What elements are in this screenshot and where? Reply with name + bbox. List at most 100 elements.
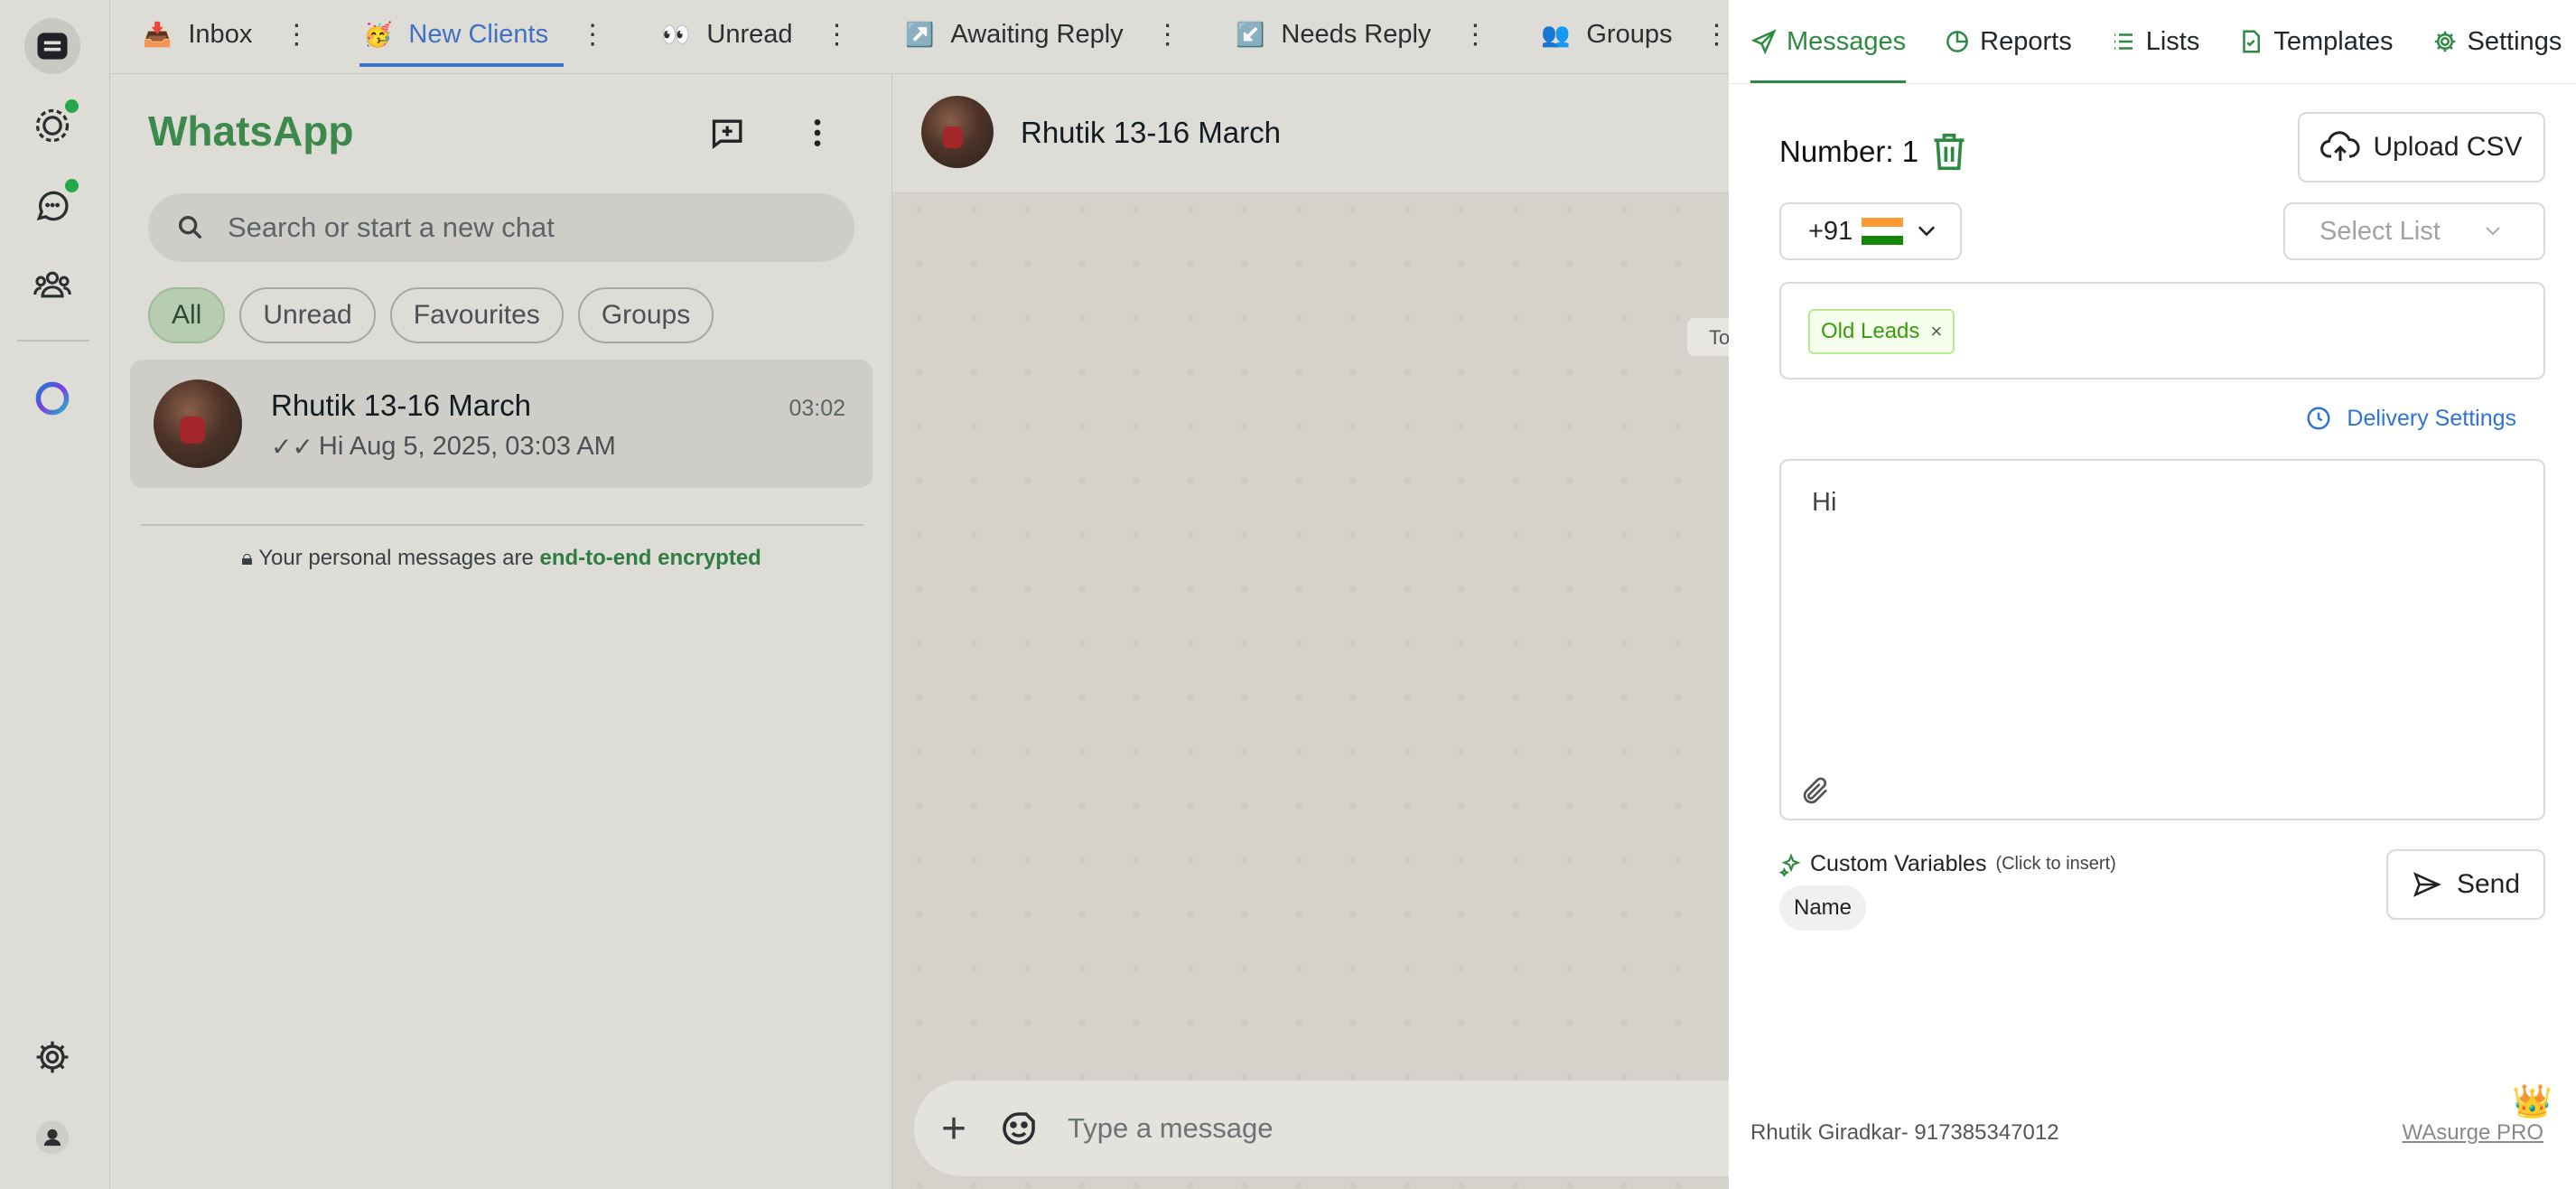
- contact-avatar[interactable]: [921, 96, 994, 168]
- number-count: Number: 1: [1779, 130, 1969, 173]
- tab-label: Needs Reply: [1281, 19, 1432, 49]
- new-chat-icon[interactable]: [706, 110, 751, 155]
- trash-icon[interactable]: [1929, 130, 1969, 173]
- tab-groups[interactable]: 👥 Groups ⋮: [1541, 0, 1730, 69]
- message-input[interactable]: Type a message: [1068, 1112, 1273, 1145]
- select-list-dropdown[interactable]: Select List: [2283, 202, 2545, 260]
- tab-needs-reply[interactable]: ↙️ Needs Reply ⋮: [1236, 0, 1489, 69]
- file-check-icon: [2243, 30, 2261, 53]
- custom-variables-header: Custom Variables (Click to insert): [1779, 851, 2116, 877]
- meta-ai-icon[interactable]: [24, 370, 80, 426]
- sticker-icon[interactable]: [997, 1107, 1041, 1150]
- tab-messages[interactable]: Messages: [1750, 0, 1907, 83]
- tab-menu-icon[interactable]: ⋮: [1154, 19, 1181, 51]
- country-code-select[interactable]: +91: [1779, 202, 1962, 260]
- tab-inbox[interactable]: 📥 Inbox ⋮: [143, 0, 310, 69]
- sparkles-icon: [1779, 852, 1801, 876]
- clock-icon: [2307, 407, 2330, 430]
- wasurge-panel: Messages Reports Lists Templates Setting…: [1729, 0, 2576, 1189]
- tab-menu-icon[interactable]: ⋮: [1461, 19, 1489, 51]
- tab-label: New Clients: [408, 19, 549, 49]
- tab-lists[interactable]: Lists: [2110, 0, 2199, 83]
- tab-label: Awaiting Reply: [950, 19, 1124, 49]
- send-label: Send: [2456, 869, 2521, 899]
- attach-plus-icon[interactable]: +: [941, 1104, 966, 1154]
- chat-time: 03:02: [789, 396, 845, 421]
- channels-icon[interactable]: [24, 177, 80, 233]
- settings-icon[interactable]: [24, 1029, 80, 1085]
- tab-templates[interactable]: Templates: [2237, 0, 2394, 83]
- filter-favourites[interactable]: Favourites: [389, 287, 564, 343]
- tab-settings[interactable]: Settings: [2431, 0, 2562, 83]
- channels-unread-dot: [65, 179, 79, 192]
- menu-kebab-icon[interactable]: [795, 110, 840, 155]
- search-icon: [178, 215, 202, 239]
- people-icon: 👥: [1541, 20, 1571, 48]
- status-unread-dot: [65, 99, 79, 113]
- communities-icon[interactable]: [24, 257, 80, 313]
- conversation-header[interactable]: Rhutik 13-16 March: [892, 74, 1729, 193]
- chat-filters: All Unread Favourites Groups: [148, 287, 714, 343]
- pie-chart-icon: [1946, 31, 1969, 52]
- tab-awaiting-reply[interactable]: ↗️ Awaiting Reply ⋮: [905, 0, 1181, 69]
- chat-list-item[interactable]: Rhutik 13-16 March 03:02 ✓✓ Hi Aug 5, 20…: [130, 360, 873, 488]
- filter-unread[interactable]: Unread: [239, 287, 376, 343]
- tab-label: Messages: [1787, 26, 1907, 56]
- message-composer[interactable]: + Type a message: [914, 1081, 1781, 1176]
- filter-all[interactable]: All: [148, 287, 226, 343]
- arrow-down-left-icon: ↙️: [1236, 20, 1265, 48]
- cloud-upload-icon: [2320, 131, 2360, 161]
- tab-label: Inbox: [188, 19, 253, 49]
- left-rail: [0, 0, 110, 1189]
- custom-variables-label: Custom Variables: [1810, 851, 1987, 876]
- lock-icon: 🔒︎: [241, 546, 253, 570]
- date-chip: To: [1687, 318, 1729, 356]
- india-flag-icon: [1862, 218, 1904, 245]
- list-divider: [141, 524, 863, 526]
- encryption-text: Your personal messages are: [258, 546, 540, 570]
- tab-menu-icon[interactable]: ⋮: [824, 19, 851, 51]
- status-icon[interactable]: [24, 98, 80, 154]
- tab-menu-icon[interactable]: ⋮: [579, 19, 606, 51]
- list-tag: Old Leads ×: [1808, 309, 1955, 354]
- double-check-icon: ✓✓: [271, 433, 313, 461]
- tab-reports[interactable]: Reports: [1944, 0, 2072, 83]
- custom-variables-hint: (Click to insert): [1995, 854, 2116, 874]
- message-text: Hi: [1812, 488, 1837, 517]
- tag-label: Old Leads: [1821, 319, 1920, 343]
- active-tab-indicator: [359, 63, 564, 67]
- variable-chip-name[interactable]: Name: [1779, 885, 1867, 931]
- tab-unread[interactable]: 👀 Unread ⋮: [661, 0, 851, 69]
- avatar: [154, 379, 242, 468]
- tab-new-clients[interactable]: 🥳 New Clients ⋮: [363, 0, 606, 69]
- filter-groups[interactable]: Groups: [577, 287, 714, 343]
- crown-icon: 👑: [2512, 1082, 2553, 1119]
- tab-menu-icon[interactable]: ⋮: [283, 19, 310, 51]
- delivery-settings-link[interactable]: Delivery Settings: [2305, 405, 2516, 432]
- chat-list-panel: WhatsApp Search or start a new chat All …: [110, 74, 892, 1189]
- chat-preview: ✓✓ Hi Aug 5, 2025, 03:03 AM: [271, 432, 616, 462]
- party-face-icon: 🥳: [363, 20, 393, 48]
- paperclip-icon[interactable]: [1799, 775, 1832, 808]
- search-input[interactable]: Search or start a new chat: [148, 193, 854, 262]
- encryption-link[interactable]: end-to-end encrypted: [539, 546, 761, 570]
- chevron-down-icon: [2486, 227, 2500, 236]
- chevron-down-icon: [1918, 226, 1936, 237]
- chats-icon[interactable]: [24, 18, 80, 74]
- tab-label: Templates: [2273, 26, 2394, 56]
- pro-link[interactable]: WAsurge PRO: [2403, 1120, 2543, 1146]
- tab-label: Reports: [1980, 26, 2072, 56]
- send-button[interactable]: Send: [2386, 849, 2545, 920]
- send-icon: [2413, 872, 2441, 897]
- selected-lists-field[interactable]: Old Leads ×: [1779, 282, 2545, 379]
- upload-csv-button[interactable]: Upload CSV: [2298, 112, 2545, 183]
- message-textarea[interactable]: Hi: [1779, 459, 2545, 820]
- panel-tabs-divider: [1729, 83, 2576, 84]
- rail-divider: [17, 340, 89, 342]
- tab-menu-icon[interactable]: ⋮: [1703, 19, 1730, 51]
- tag-close-icon[interactable]: ×: [1930, 320, 1942, 343]
- profile-icon[interactable]: [24, 1109, 80, 1166]
- tab-label: Groups: [1586, 19, 1673, 49]
- delivery-settings-label: Delivery Settings: [2347, 405, 2516, 431]
- contact-name[interactable]: Rhutik 13-16 March: [1021, 116, 1281, 150]
